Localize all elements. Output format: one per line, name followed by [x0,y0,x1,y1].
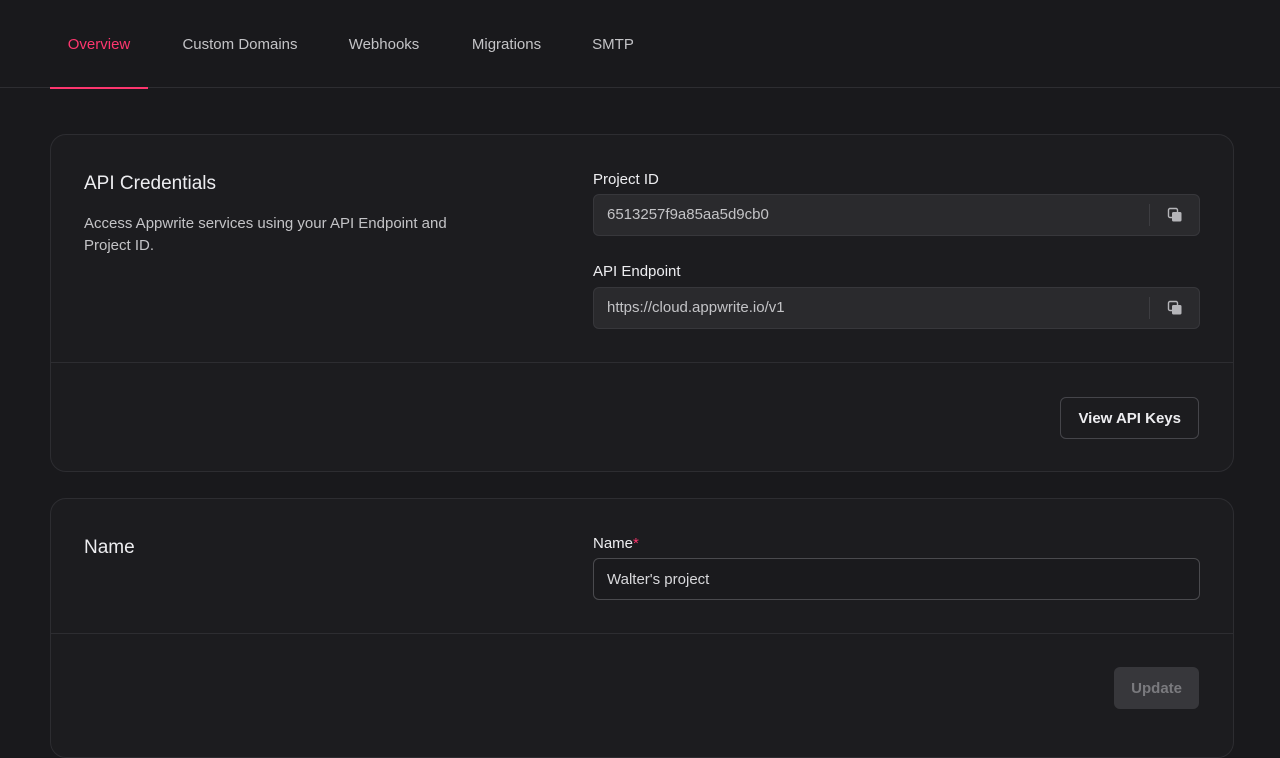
card-divider [51,362,1233,363]
copy-project-id-button[interactable] [1159,201,1191,229]
name-label: Name* [593,535,639,552]
tab-label: Overview [67,35,131,53]
tab-label: Custom Domains [182,35,298,53]
name-input[interactable] [593,558,1200,600]
card-title: Name [84,537,135,558]
tab-webhooks[interactable]: Webhooks [332,0,436,88]
tab-custom-domains[interactable]: Custom Domains [166,0,314,88]
name-label-text: Name [593,535,634,552]
tab-migrations[interactable]: Migrations [454,0,559,88]
tab-label: Webhooks [348,35,420,53]
copy-divider [1149,297,1150,319]
name-card: Name Name* Update [50,498,1234,758]
tab-overview[interactable]: Overview [50,0,148,89]
card-title: API Credentials [84,173,217,194]
required-mark: * [633,535,639,552]
copy-divider [1149,204,1150,226]
tab-label: SMTP [592,35,634,53]
card-divider [51,633,1233,634]
api-endpoint-label: API Endpoint [593,263,681,280]
project-id-label: Project ID [593,171,659,188]
copy-icon [1167,300,1182,315]
update-button[interactable]: Update [1114,667,1199,709]
api-endpoint-field: https://cloud.appwrite.io/v1 [593,287,1200,329]
project-id-field: 6513257f9a85aa5d9cb0 [593,194,1200,236]
tab-bar: Overview Custom Domains Webhooks Migrati… [0,0,1280,89]
copy-endpoint-button[interactable] [1159,294,1191,322]
copy-icon [1167,207,1182,222]
tab-smtp[interactable]: SMTP [577,0,649,88]
tab-label: Migrations [471,35,542,53]
api-credentials-card: API Credentials Access Appwrite services… [50,134,1234,472]
api-endpoint-value: https://cloud.appwrite.io/v1 [607,299,785,316]
card-description: Access Appwrite services using your API … [84,215,447,254]
project-id-value: 6513257f9a85aa5d9cb0 [607,206,769,223]
view-api-keys-button[interactable]: View API Keys [1060,397,1199,439]
